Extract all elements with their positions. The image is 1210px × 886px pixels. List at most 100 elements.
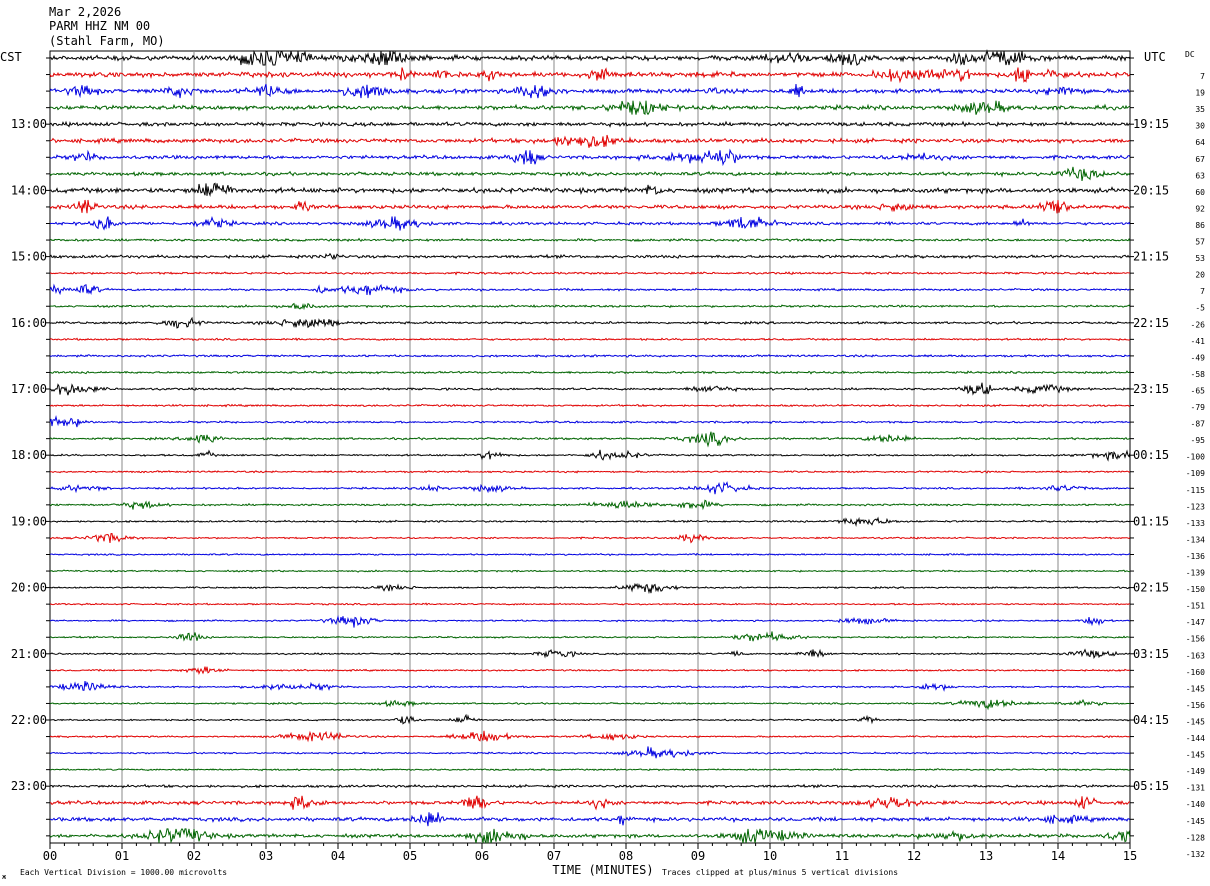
- x-tick-label: 01: [115, 849, 129, 863]
- dc-value: -115: [1186, 486, 1205, 495]
- trace-line: [50, 582, 1131, 595]
- dc-value: -156: [1186, 701, 1205, 710]
- dc-value: -123: [1186, 502, 1205, 511]
- dc-value: -132: [1186, 850, 1205, 859]
- x-axis-title: TIME (MINUTES): [552, 863, 653, 877]
- trace-line: [49, 681, 1131, 692]
- dc-value: -128: [1186, 833, 1205, 842]
- trace-line: [49, 67, 1131, 84]
- trace-line: [49, 100, 1131, 116]
- footer-clip-note: Traces clipped at plus/minus 5 vertical …: [662, 868, 898, 877]
- trace-line: [49, 648, 1131, 659]
- dc-value: 60: [1195, 188, 1205, 197]
- trace-line: [49, 316, 1131, 329]
- x-tick-label: 13: [979, 849, 993, 863]
- dc-value: -145: [1186, 751, 1205, 760]
- left-zone-label: CST: [0, 50, 22, 64]
- trace-line: [49, 353, 1131, 359]
- dc-value: -95: [1191, 436, 1206, 445]
- trace-line: [49, 470, 1131, 474]
- dc-value: -140: [1186, 800, 1205, 809]
- trace-line: [49, 182, 1131, 198]
- right-hour-label: 23:15: [1133, 382, 1169, 396]
- right-hour-label: 05:15: [1133, 779, 1169, 793]
- trace-line: [49, 431, 1131, 448]
- x-tick-label: 10: [763, 849, 777, 863]
- trace-line: [49, 730, 1131, 743]
- trace-line: [49, 532, 1131, 544]
- trace-line: [50, 713, 1131, 725]
- dc-value: 63: [1195, 171, 1205, 180]
- left-hour-label: 20:00: [11, 581, 47, 595]
- dc-value: -41: [1191, 337, 1206, 346]
- trace-line: [49, 237, 1131, 243]
- dc-value: -131: [1186, 784, 1205, 793]
- trace-line: [49, 403, 1131, 408]
- right-hour-label: 03:15: [1133, 647, 1169, 661]
- right-hour-label: 19:15: [1133, 117, 1169, 131]
- trace-line: [49, 302, 1131, 311]
- dc-header: DC: [1185, 50, 1195, 59]
- dc-value: -139: [1186, 569, 1205, 578]
- dc-value: 19: [1195, 89, 1205, 98]
- dc-value: -149: [1186, 767, 1205, 776]
- dc-value: 7: [1200, 72, 1205, 81]
- x-tick-label: 15: [1123, 849, 1137, 863]
- trace-line: [49, 415, 1131, 428]
- trace-line: [49, 370, 1131, 375]
- dc-value: 30: [1195, 122, 1205, 131]
- left-hour-label: 23:00: [11, 779, 47, 793]
- x-tick-label: 12: [907, 849, 921, 863]
- trace-line: [49, 666, 1131, 675]
- right-hour-label: 22:15: [1133, 316, 1169, 330]
- left-hour-label: 13:00: [11, 117, 47, 131]
- x-tick-label: 02: [187, 849, 201, 863]
- helicorder-chart: 00 01 02 03 04 05 06 07 08 09 10 11 12 13 14 15 7 19 35 30 6…: [0, 49, 1206, 881]
- dc-value: 67: [1195, 155, 1205, 164]
- trace-line: [49, 783, 1131, 789]
- dc-value: 20: [1195, 271, 1205, 280]
- trace-line: [50, 698, 1131, 711]
- x-tick-label: 07: [547, 849, 561, 863]
- trace-line: [50, 812, 1131, 827]
- dc-value: -87: [1191, 420, 1206, 429]
- left-hour-label: 19:00: [11, 514, 47, 528]
- left-hour-label: 17:00: [11, 382, 47, 396]
- trace-line: [49, 746, 1131, 759]
- dc-value: -134: [1186, 535, 1205, 544]
- dc-value: -65: [1191, 386, 1206, 395]
- left-hour-label: 14:00: [11, 183, 47, 197]
- left-hour-label: 18:00: [11, 448, 47, 462]
- trace-line: [49, 283, 1131, 296]
- dc-value: -156: [1186, 635, 1205, 644]
- dc-value: 35: [1195, 105, 1205, 114]
- dc-value: -100: [1186, 453, 1205, 462]
- x-tick-label: 14: [1051, 849, 1065, 863]
- trace-line: [49, 252, 1131, 261]
- trace-line: [49, 271, 1130, 276]
- x-tick-label: 09: [691, 849, 705, 863]
- dc-value: 57: [1195, 238, 1205, 247]
- footer-scale-note: Each Vertical Division = 1000.00 microvo…: [20, 868, 227, 877]
- left-hour-label: 21:00: [11, 647, 47, 661]
- trace-line: [49, 795, 1131, 811]
- trace-line: [49, 148, 1131, 167]
- trace-line: [49, 120, 1131, 128]
- right-hour-label: 21:15: [1133, 250, 1169, 264]
- trace-line: [49, 481, 1131, 495]
- dc-value: -147: [1186, 618, 1205, 627]
- right-hour-label: 00:15: [1133, 448, 1169, 462]
- dc-value: 7: [1200, 287, 1205, 296]
- dc-value: -145: [1186, 684, 1205, 693]
- trace-line: [49, 166, 1131, 181]
- dc-value: 92: [1195, 204, 1205, 213]
- right-hour-label: 01:15: [1133, 514, 1169, 528]
- dc-value: -145: [1186, 817, 1205, 826]
- dc-value: -58: [1191, 370, 1206, 379]
- dc-value: 86: [1195, 221, 1205, 230]
- trace-line: [49, 134, 1131, 148]
- dc-value: -26: [1191, 320, 1206, 329]
- trace-line: [49, 382, 1131, 396]
- trace-line: [49, 83, 1131, 99]
- dc-value: -136: [1186, 552, 1205, 561]
